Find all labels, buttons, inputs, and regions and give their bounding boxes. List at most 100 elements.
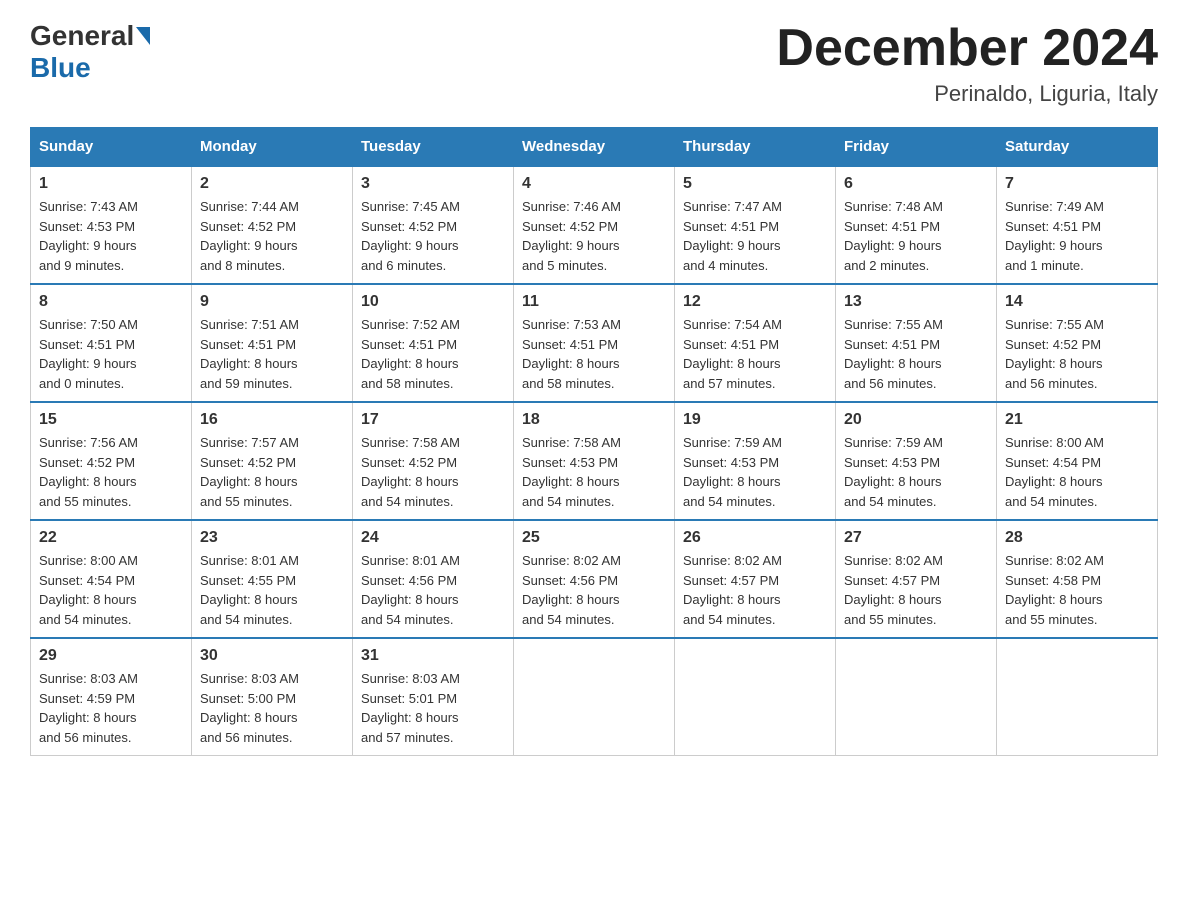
day-info: Sunrise: 7:44 AM Sunset: 4:52 PM Dayligh… [200,197,344,275]
day-number: 30 [200,647,344,665]
logo-arrow-icon [136,27,150,45]
week-row-4: 22 Sunrise: 8:00 AM Sunset: 4:54 PM Dayli… [31,520,1158,638]
day-cell: 4 Sunrise: 7:46 AM Sunset: 4:52 PM Daylig… [514,166,675,284]
title-block: December 2024 Perinaldo, Liguria, Italy [776,20,1158,107]
day-number: 31 [361,647,505,665]
day-cell: 17 Sunrise: 7:58 AM Sunset: 4:52 PM Dayli… [353,402,514,520]
day-cell: 13Sunrise: 7:55 AM Sunset: 4:51 PM Dayli… [836,284,997,402]
day-info: Sunrise: 7:52 AM Sunset: 4:51 PM Dayligh… [361,315,505,393]
day-number: 20 [844,411,988,429]
day-number: 12 [683,293,827,311]
day-number: 15 [39,411,183,429]
day-info: Sunrise: 8:03 AM Sunset: 5:01 PM Dayligh… [361,669,505,747]
day-cell: 18 Sunrise: 7:58 AM Sunset: 4:53 PM Dayli… [514,402,675,520]
header-cell-thursday: Thursday [675,128,836,167]
day-number: 5 [683,175,827,193]
page-header: General Blue December 2024 Perinaldo, Li… [30,20,1158,107]
day-number: 23 [200,529,344,547]
day-cell: 22 Sunrise: 8:00 AM Sunset: 4:54 PM Dayli… [31,520,192,638]
day-info: Sunrise: 7:49 AM Sunset: 4:51 PM Dayligh… [1005,197,1149,275]
day-info: Sunrise: 8:03 AM Sunset: 5:00 PM Dayligh… [200,669,344,747]
logo-blue-text: Blue [30,52,91,83]
day-number: 22 [39,529,183,547]
logo: General Blue [30,20,152,84]
header-cell-sunday: Sunday [31,128,192,167]
calendar-title: December 2024 [776,20,1158,77]
day-cell: 3Sunrise: 7:45 AM Sunset: 4:52 PM Daylig… [353,166,514,284]
day-cell: 15Sunrise: 7:56 AM Sunset: 4:52 PM Dayli… [31,402,192,520]
day-info: Sunrise: 7:46 AM Sunset: 4:52 PM Dayligh… [522,197,666,275]
day-cell: 10 Sunrise: 7:52 AM Sunset: 4:51 PM Dayli… [353,284,514,402]
day-number: 9 [200,293,344,311]
day-number: 8 [39,293,183,311]
day-number: 27 [844,529,988,547]
day-number: 25 [522,529,666,547]
day-cell [997,638,1158,756]
day-cell: 20 Sunrise: 7:59 AM Sunset: 4:53 PM Dayli… [836,402,997,520]
day-cell: 19 Sunrise: 7:59 AM Sunset: 4:53 PM Dayli… [675,402,836,520]
day-number: 1 [39,175,183,193]
day-number: 7 [1005,175,1149,193]
day-number: 29 [39,647,183,665]
day-cell: 14 Sunrise: 7:55 AM Sunset: 4:52 PM Dayli… [997,284,1158,402]
day-info: Sunrise: 7:58 AM Sunset: 4:53 PM Dayligh… [522,433,666,511]
day-info: Sunrise: 8:02 AM Sunset: 4:57 PM Dayligh… [683,551,827,629]
day-number: 4 [522,175,666,193]
day-number: 19 [683,411,827,429]
day-number: 17 [361,411,505,429]
day-info: Sunrise: 8:02 AM Sunset: 4:58 PM Dayligh… [1005,551,1149,629]
day-info: Sunrise: 7:58 AM Sunset: 4:52 PM Dayligh… [361,433,505,511]
day-info: Sunrise: 7:53 AM Sunset: 4:51 PM Dayligh… [522,315,666,393]
day-cell: 7 Sunrise: 7:49 AM Sunset: 4:51 PM Daylig… [997,166,1158,284]
day-info: Sunrise: 8:01 AM Sunset: 4:56 PM Dayligh… [361,551,505,629]
day-info: Sunrise: 8:00 AM Sunset: 4:54 PM Dayligh… [1005,433,1149,511]
day-info: Sunrise: 8:02 AM Sunset: 4:56 PM Dayligh… [522,551,666,629]
day-number: 16 [200,411,344,429]
day-info: Sunrise: 7:50 AM Sunset: 4:51 PM Dayligh… [39,315,183,393]
header-cell-monday: Monday [192,128,353,167]
day-info: Sunrise: 8:03 AM Sunset: 4:59 PM Dayligh… [39,669,183,747]
day-info: Sunrise: 7:59 AM Sunset: 4:53 PM Dayligh… [683,433,827,511]
day-cell: 12 Sunrise: 7:54 AM Sunset: 4:51 PM Dayli… [675,284,836,402]
day-info: Sunrise: 7:47 AM Sunset: 4:51 PM Dayligh… [683,197,827,275]
day-number: 10 [361,293,505,311]
day-cell [836,638,997,756]
week-row-1: 1 Sunrise: 7:43 AM Sunset: 4:53 PM Daylig… [31,166,1158,284]
day-cell: 23Sunrise: 8:01 AM Sunset: 4:55 PM Dayli… [192,520,353,638]
day-info: Sunrise: 8:00 AM Sunset: 4:54 PM Dayligh… [39,551,183,629]
day-cell: 2 Sunrise: 7:44 AM Sunset: 4:52 PM Daylig… [192,166,353,284]
day-number: 6 [844,175,988,193]
day-number: 2 [200,175,344,193]
day-info: Sunrise: 7:59 AM Sunset: 4:53 PM Dayligh… [844,433,988,511]
day-cell: 31 Sunrise: 8:03 AM Sunset: 5:01 PM Dayli… [353,638,514,756]
day-cell: 30 Sunrise: 8:03 AM Sunset: 5:00 PM Dayli… [192,638,353,756]
day-info: Sunrise: 7:57 AM Sunset: 4:52 PM Dayligh… [200,433,344,511]
day-info: Sunrise: 7:48 AM Sunset: 4:51 PM Dayligh… [844,197,988,275]
day-cell: 5 Sunrise: 7:47 AM Sunset: 4:51 PM Daylig… [675,166,836,284]
day-cell: 11 Sunrise: 7:53 AM Sunset: 4:51 PM Dayli… [514,284,675,402]
day-cell: 21Sunrise: 8:00 AM Sunset: 4:54 PM Dayli… [997,402,1158,520]
header-cell-saturday: Saturday [997,128,1158,167]
day-cell: 24 Sunrise: 8:01 AM Sunset: 4:56 PM Dayli… [353,520,514,638]
day-info: Sunrise: 7:55 AM Sunset: 4:52 PM Dayligh… [1005,315,1149,393]
day-info: Sunrise: 7:45 AM Sunset: 4:52 PM Dayligh… [361,197,505,275]
day-cell: 29 Sunrise: 8:03 AM Sunset: 4:59 PM Dayli… [31,638,192,756]
header-cell-wednesday: Wednesday [514,128,675,167]
day-cell: 9Sunrise: 7:51 AM Sunset: 4:51 PM Daylig… [192,284,353,402]
day-info: Sunrise: 7:55 AM Sunset: 4:51 PM Dayligh… [844,315,988,393]
day-number: 11 [522,293,666,311]
day-info: Sunrise: 7:54 AM Sunset: 4:51 PM Dayligh… [683,315,827,393]
day-number: 14 [1005,293,1149,311]
day-cell: 25 Sunrise: 8:02 AM Sunset: 4:56 PM Dayli… [514,520,675,638]
header-row: SundayMondayTuesdayWednesdayThursdayFrid… [31,128,1158,167]
day-cell: 26 Sunrise: 8:02 AM Sunset: 4:57 PM Dayli… [675,520,836,638]
day-number: 18 [522,411,666,429]
logo-general-text: General [30,20,134,52]
day-number: 24 [361,529,505,547]
day-cell [675,638,836,756]
day-info: Sunrise: 7:43 AM Sunset: 4:53 PM Dayligh… [39,197,183,275]
day-cell: 28Sunrise: 8:02 AM Sunset: 4:58 PM Dayli… [997,520,1158,638]
day-cell [514,638,675,756]
day-number: 26 [683,529,827,547]
week-row-2: 8 Sunrise: 7:50 AM Sunset: 4:51 PM Daylig… [31,284,1158,402]
